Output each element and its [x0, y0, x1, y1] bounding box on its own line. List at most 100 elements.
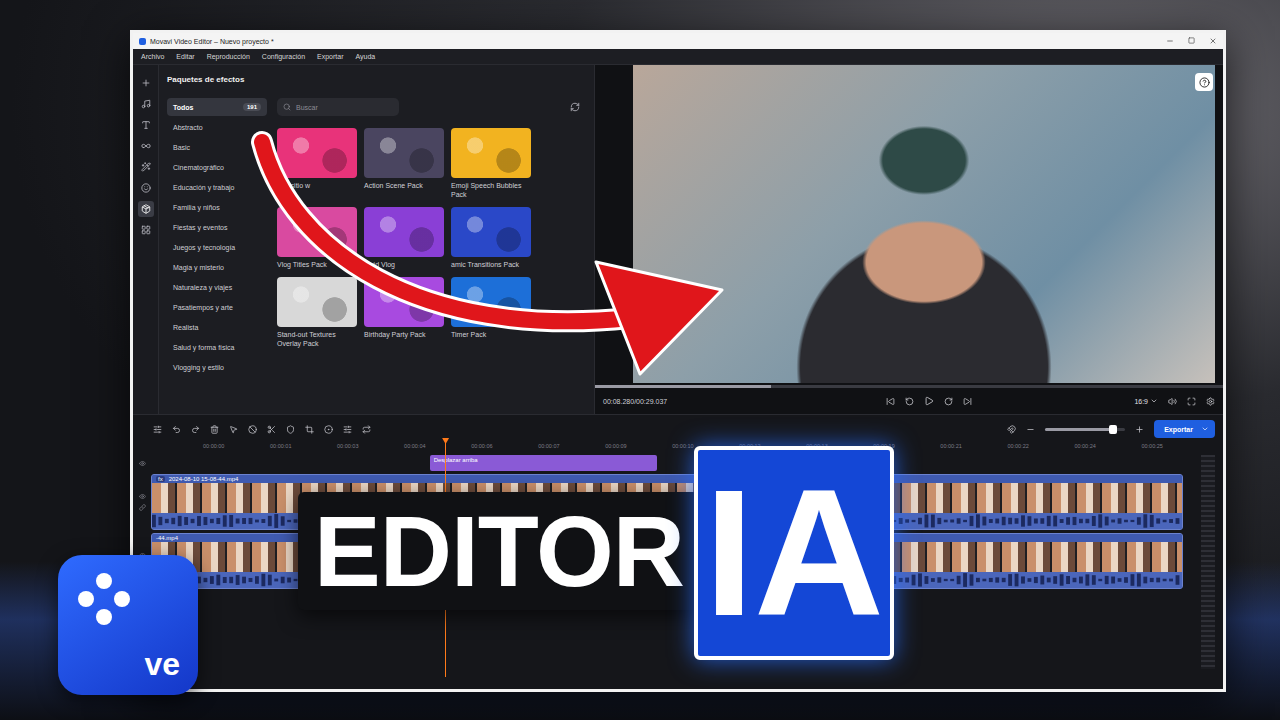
add-track-icon[interactable] — [153, 425, 162, 434]
pointer-icon[interactable] — [229, 425, 238, 434]
pack-card[interactable]: Emoji Speech Bubbles Pack — [451, 128, 531, 199]
pack-card[interactable]: Stand-out Textures Overlay Pack — [277, 277, 357, 348]
effects-pack-icon — [141, 204, 151, 214]
category-item[interactable]: Juegos y tecnología — [167, 238, 267, 256]
rail-button[interactable] — [138, 138, 154, 154]
pack-card[interactable]: Timer Pack — [451, 277, 531, 348]
pack-thumbnail — [364, 207, 444, 257]
menu-item[interactable]: Ayuda — [356, 53, 376, 60]
rail-button[interactable] — [138, 222, 154, 238]
help-button[interactable] — [1195, 73, 1213, 91]
category-item[interactable]: Abstracto — [167, 118, 267, 136]
marker-icon[interactable] — [286, 425, 295, 434]
audio-meter — [1201, 455, 1215, 669]
pack-card[interactable]: Birthday Party Pack — [364, 277, 444, 348]
menu-item[interactable]: Editar — [176, 53, 194, 60]
redo-icon[interactable] — [191, 425, 200, 434]
pack-label: Timer Pack — [451, 330, 531, 339]
zoom-tools: Exportar — [1007, 420, 1215, 438]
search-field[interactable]: Buscar — [277, 98, 399, 116]
menu-item[interactable]: Configuración — [262, 53, 305, 60]
rail-button[interactable] — [138, 180, 154, 196]
rail-button[interactable] — [138, 117, 154, 133]
zoom-slider[interactable] — [1045, 428, 1125, 431]
category-item[interactable]: Magia y misterio — [167, 258, 267, 276]
menu-item[interactable]: Exportar — [317, 53, 343, 60]
ruler-label: 00:00:06 — [471, 443, 492, 455]
zoom-out-icon[interactable] — [1026, 425, 1035, 434]
category-list: Todos191 Abstracto Basic Cinematográfico Edu… — [167, 98, 267, 414]
rail-button[interactable] — [138, 96, 154, 112]
refresh-button[interactable] — [570, 102, 580, 112]
pack-label: amic Transitions Pack — [451, 260, 531, 269]
pack-thumbnail — [277, 128, 357, 178]
music-icon — [141, 99, 151, 109]
category-item[interactable]: Basic — [167, 138, 267, 156]
ruler-label: 00:00:25 — [1141, 443, 1162, 455]
crop-icon[interactable] — [305, 425, 314, 434]
effects-panel: Paquetes de efectosTodos191AbstractoBasi… — [159, 65, 595, 414]
transition-icon[interactable] — [362, 425, 371, 434]
title-bar: Movavi Video Editor – Nuevo proyecto * — [133, 33, 1223, 49]
pack-card[interactable]: amic Transitions Pack — [451, 207, 531, 269]
pack-card[interactable]: Action Scene Pack — [364, 128, 444, 199]
category-item[interactable]: Todos191 — [167, 98, 267, 116]
transitions-icon — [141, 141, 151, 151]
duration: 00:00:29 — [133, 677, 1223, 689]
rail-button[interactable] — [138, 75, 154, 91]
rail-button[interactable] — [138, 159, 154, 175]
adjust-icon[interactable] — [343, 425, 352, 434]
skip-forward-icon[interactable] — [963, 397, 972, 406]
pack-card[interactable]: Ir al sitio w — [277, 128, 357, 199]
pack-thumbnail — [277, 207, 357, 257]
aspect-select[interactable]: 16:9 — [1134, 397, 1158, 405]
category-item[interactable]: Realista — [167, 318, 267, 336]
volume-icon[interactable] — [1168, 397, 1177, 406]
tool-rail — [133, 65, 159, 414]
settings-icon[interactable] — [1206, 397, 1215, 406]
trash-icon[interactable] — [210, 425, 219, 434]
minimize-icon[interactable] — [1166, 37, 1174, 45]
preview-progress[interactable] — [595, 385, 1223, 388]
blade-icon[interactable] — [248, 425, 257, 434]
text-icon — [141, 120, 151, 130]
playhead-cap[interactable] — [442, 438, 449, 444]
step-back-icon[interactable] — [905, 397, 914, 406]
play-icon[interactable] — [924, 396, 934, 406]
add-icon — [141, 78, 151, 88]
rail-button[interactable] — [138, 201, 154, 217]
sticker-icon — [141, 183, 151, 193]
maximize-icon[interactable] — [1188, 37, 1195, 44]
logo-text: ve — [144, 646, 180, 683]
category-item[interactable]: Educación y trabajo — [167, 178, 267, 196]
category-item[interactable]: Naturaleza y viajes — [167, 278, 267, 296]
eye-icon[interactable] — [139, 493, 146, 500]
pack-card[interactable]: Vlog Titles Pack — [277, 207, 357, 269]
menu-item[interactable]: Reproducción — [207, 53, 250, 60]
link-icon[interactable] — [139, 504, 146, 511]
step-forward-icon[interactable] — [944, 397, 953, 406]
skip-back-icon[interactable] — [886, 397, 895, 406]
category-item[interactable]: Cinematográfico — [167, 158, 267, 176]
color-icon[interactable] — [324, 425, 333, 434]
zoom-in-icon[interactable] — [1135, 425, 1144, 434]
undo-icon[interactable] — [172, 425, 181, 434]
category-item[interactable]: Familia y niños — [167, 198, 267, 216]
ruler-label: 00:00:22 — [1007, 443, 1028, 455]
category-item[interactable]: Salud y forma física — [167, 338, 267, 356]
pack-card[interactable]: Vivid Vlog — [364, 207, 444, 269]
menu-item[interactable]: Archivo — [141, 53, 164, 60]
close-icon[interactable] — [1209, 37, 1217, 45]
category-item[interactable]: Pasatiempos y arte — [167, 298, 267, 316]
transition-clip[interactable]: Desplazar arriba — [430, 455, 657, 471]
category-item[interactable]: Fiestas y eventos — [167, 218, 267, 236]
scissors-icon[interactable] — [267, 425, 276, 434]
snap-icon[interactable] — [1007, 425, 1016, 434]
headline: EDITOR — [298, 492, 700, 610]
magic-wand-icon — [141, 162, 151, 172]
export-button[interactable]: Exportar — [1154, 420, 1215, 438]
eye-icon[interactable] — [139, 460, 146, 467]
category-item[interactable]: Vlogging y estilo — [167, 358, 267, 376]
zoom-knob[interactable] — [1109, 425, 1117, 434]
fullscreen-icon[interactable] — [1187, 397, 1196, 406]
